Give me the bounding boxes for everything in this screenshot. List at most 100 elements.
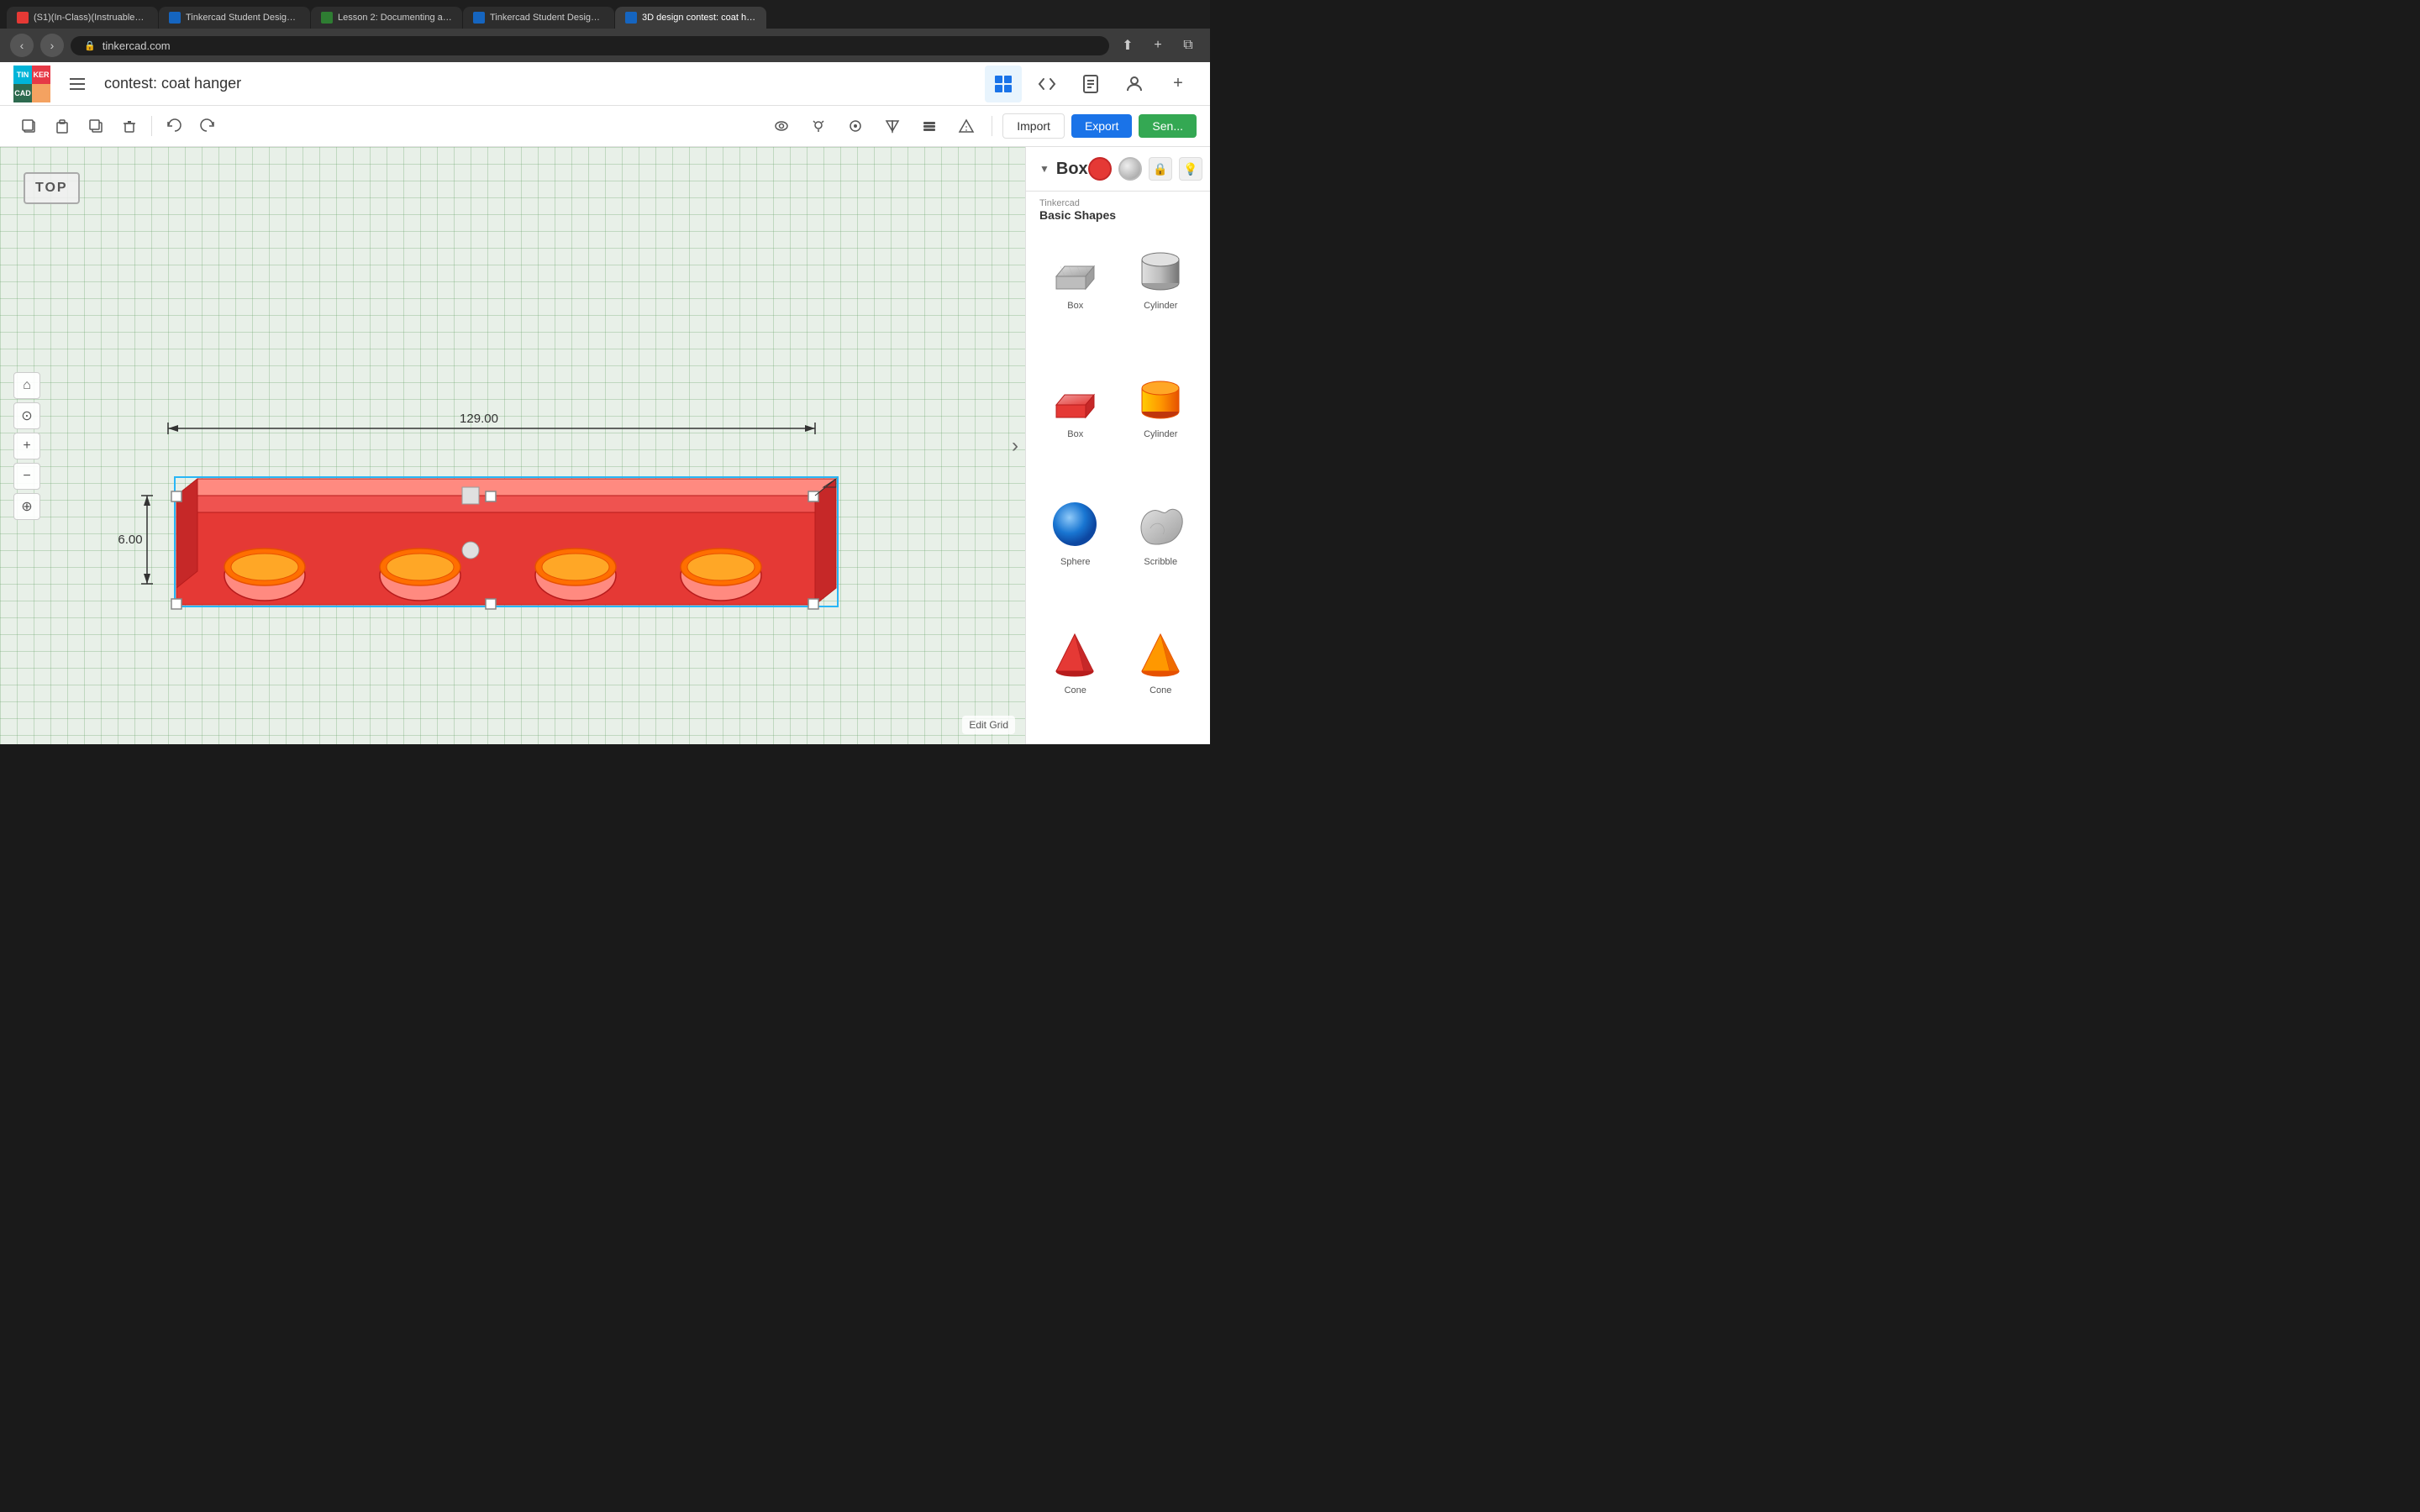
menu-button[interactable] bbox=[64, 71, 91, 97]
shape-item-box-gray[interactable]: Box bbox=[1036, 232, 1115, 354]
code-view-button[interactable] bbox=[1028, 66, 1065, 102]
copy-button[interactable] bbox=[13, 111, 44, 141]
zoom-in-button[interactable]: + bbox=[13, 433, 40, 459]
main-content: TOP ⌂ ⊙ + − ⊕ 129.00 bbox=[0, 147, 1210, 744]
forward-button[interactable]: › bbox=[40, 34, 64, 57]
undo-button[interactable] bbox=[159, 111, 189, 141]
new-tab-button[interactable]: + bbox=[1146, 34, 1170, 57]
shape-preview-cylinder-gray bbox=[1131, 239, 1190, 297]
align-button[interactable] bbox=[914, 111, 944, 141]
snap-button[interactable] bbox=[840, 111, 871, 141]
tab-4-label: Tinkercad Student Design Contest - Instr… bbox=[490, 13, 604, 23]
shape-dropdown-arrow[interactable]: ▼ bbox=[1039, 163, 1050, 175]
tab-4-icon bbox=[473, 12, 485, 24]
grid-view-button[interactable] bbox=[985, 66, 1022, 102]
browser-actions: ⬆ + ⧉ bbox=[1116, 34, 1200, 57]
mirror-button[interactable] bbox=[877, 111, 908, 141]
light-shape-button[interactable]: 💡 bbox=[1179, 157, 1202, 181]
shape-item-cylinder-orange[interactable]: Cylinder bbox=[1122, 360, 1201, 482]
cylinder-orange-icon bbox=[1134, 371, 1188, 422]
visibility-button[interactable] bbox=[766, 111, 797, 141]
align-icon bbox=[921, 118, 938, 134]
shape-item-cylinder-gray[interactable]: Cylinder bbox=[1122, 232, 1201, 354]
profile-icon bbox=[1124, 74, 1144, 94]
shape-item-sphere[interactable]: Sphere bbox=[1036, 488, 1115, 610]
tab-1-icon bbox=[17, 12, 29, 24]
shape-item-box-red[interactable]: Box bbox=[1036, 360, 1115, 482]
logo-box: TIN KER CAD bbox=[13, 66, 50, 102]
tab-bar: (S1)(In-Class)(Instruables Contest - Tin… bbox=[0, 0, 1210, 29]
world-button[interactable]: ⊕ bbox=[13, 493, 40, 520]
canvas-area[interactable]: TOP ⌂ ⊙ + − ⊕ 129.00 bbox=[0, 147, 1025, 744]
logo-tin: TIN bbox=[13, 66, 32, 84]
box-red-icon bbox=[1048, 371, 1102, 422]
browser-controls: ‹ › 🔒 tinkercad.com ⬆ + ⧉ bbox=[0, 29, 1210, 62]
cone-red-icon bbox=[1048, 627, 1102, 678]
navigate-right-arrow[interactable]: › bbox=[1012, 434, 1018, 458]
shape-name-cylinder-gray: Cylinder bbox=[1144, 301, 1177, 311]
duplicate-button[interactable] bbox=[81, 111, 111, 141]
paste-icon bbox=[54, 118, 71, 134]
edit-grid-label[interactable]: Edit Grid bbox=[962, 716, 1015, 734]
shape-item-scribble[interactable]: Scribble bbox=[1122, 488, 1201, 610]
app-container: TIN KER CAD contest: coat hanger bbox=[0, 62, 1210, 744]
shape-header: ▼ Box 🔒 💡 bbox=[1026, 147, 1210, 192]
document-button[interactable] bbox=[1072, 66, 1109, 102]
measure-button[interactable] bbox=[951, 111, 981, 141]
shape-name-cone-red: Cone bbox=[1065, 685, 1086, 696]
shape-item-cone-red[interactable]: Cone bbox=[1036, 617, 1115, 738]
lock-shape-button[interactable]: 🔒 bbox=[1149, 157, 1172, 181]
shape-preview-scribble bbox=[1131, 495, 1190, 554]
measure-icon bbox=[958, 118, 975, 134]
top-view-label: TOP bbox=[24, 172, 80, 204]
eye-icon bbox=[773, 118, 790, 134]
browser-tab-4[interactable]: Tinkercad Student Design Contest - Instr… bbox=[463, 7, 614, 29]
share-button[interactable]: ⬆ bbox=[1116, 34, 1139, 57]
undo-icon bbox=[166, 118, 182, 134]
redo-button[interactable] bbox=[192, 111, 223, 141]
tab-3-icon bbox=[321, 12, 333, 24]
cylinder-gray-icon bbox=[1134, 243, 1188, 293]
toolbar-separator-1 bbox=[151, 116, 152, 136]
logo: TIN KER CAD bbox=[13, 66, 50, 102]
sphere-icon bbox=[1048, 499, 1102, 549]
shape-name-scribble: Scribble bbox=[1144, 557, 1177, 567]
export-button[interactable]: Export bbox=[1071, 114, 1132, 138]
color-red-dot[interactable] bbox=[1088, 157, 1112, 181]
library-brand-text: Tinkercad bbox=[1039, 198, 1197, 208]
library-title-text: Basic Shapes bbox=[1039, 208, 1197, 222]
tab-5-icon bbox=[625, 12, 637, 24]
fit-button[interactable]: ⊙ bbox=[13, 402, 40, 429]
sidebar-button[interactable]: ⧉ bbox=[1176, 34, 1200, 57]
send-button[interactable]: Sen... bbox=[1139, 114, 1197, 138]
hamburger-icon bbox=[70, 78, 85, 90]
tab-2-label: Tinkercad Student Design Contest - Instr… bbox=[186, 13, 300, 23]
svg-text:6.00: 6.00 bbox=[118, 533, 142, 547]
shape-name-cone-orange: Cone bbox=[1150, 685, 1171, 696]
light-button[interactable] bbox=[803, 111, 834, 141]
shape-title-area: ▼ Box bbox=[1039, 160, 1088, 179]
copy-icon bbox=[20, 118, 37, 134]
shape-preview-cone-orange bbox=[1131, 623, 1190, 682]
import-button[interactable]: Import bbox=[1002, 113, 1065, 139]
shape-item-cone-orange[interactable]: Cone bbox=[1122, 617, 1201, 738]
box-gray-icon bbox=[1048, 243, 1102, 293]
shape-preview-box-gray bbox=[1046, 239, 1105, 297]
color-gray-dot[interactable] bbox=[1118, 157, 1142, 181]
browser-tab-3[interactable]: Lesson 2: Documenting a Project : 7 Ste.… bbox=[311, 7, 462, 29]
profile-button[interactable] bbox=[1116, 66, 1153, 102]
document-icon bbox=[1081, 74, 1101, 94]
browser-tab-2[interactable]: Tinkercad Student Design Contest - Instr… bbox=[159, 7, 310, 29]
back-button[interactable]: ‹ bbox=[10, 34, 34, 57]
address-bar[interactable]: 🔒 tinkercad.com bbox=[71, 36, 1109, 55]
url-text: tinkercad.com bbox=[103, 39, 171, 52]
home-button[interactable]: ⌂ bbox=[13, 372, 40, 399]
delete-button[interactable] bbox=[114, 111, 145, 141]
zoom-out-button[interactable]: − bbox=[13, 463, 40, 490]
browser-tab-5[interactable]: 3D design contest: coat hanger | Tinkerc… bbox=[615, 7, 766, 29]
lock-icon: 🔒 bbox=[84, 40, 96, 51]
light-icon bbox=[810, 118, 827, 134]
paste-button[interactable] bbox=[47, 111, 77, 141]
browser-tab-1[interactable]: (S1)(In-Class)(Instruables Contest - Tin… bbox=[7, 7, 158, 29]
add-button[interactable]: + bbox=[1160, 66, 1197, 102]
